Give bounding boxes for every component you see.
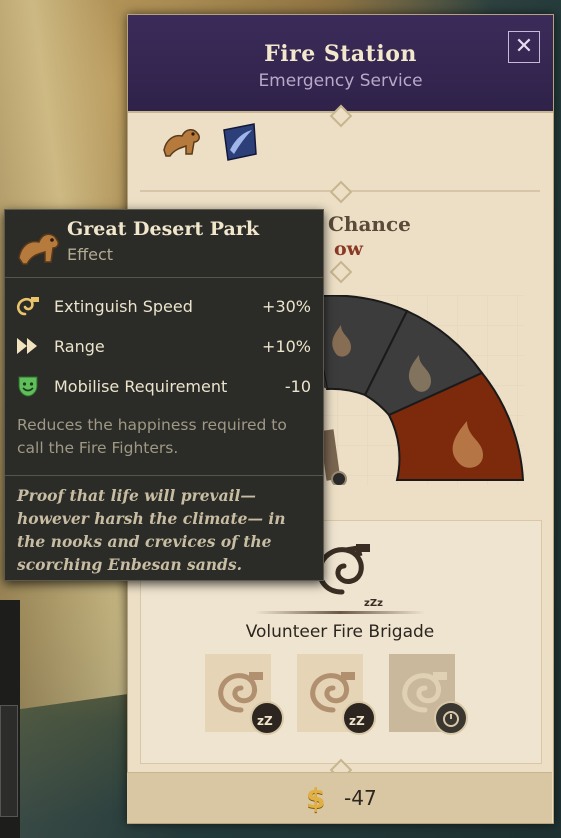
tooltip-divider bbox=[5, 475, 323, 476]
stat-label: Range bbox=[54, 337, 105, 356]
stat-label: Mobilise Requirement bbox=[54, 377, 228, 396]
hose-sleeping-icon: zZz bbox=[317, 544, 383, 609]
close-button[interactable]: ✕ bbox=[508, 31, 540, 63]
shield-icon[interactable] bbox=[218, 120, 262, 164]
coin-icon: $ bbox=[306, 782, 326, 815]
stat-row-extinguish-speed: Extinguish Speed +30% bbox=[5, 294, 323, 318]
happy-mask-icon bbox=[18, 376, 38, 397]
panel-header: Fire Station Emergency Service ✕ bbox=[128, 15, 553, 113]
upkeep-cost: -47 bbox=[344, 786, 377, 810]
stat-row-mobilise-requirement: Mobilise Requirement -10 bbox=[5, 374, 323, 398]
tooltip-flavor-text: Proof that life will prevail— however ha… bbox=[17, 486, 286, 574]
brigade-title: Volunteer Fire Brigade bbox=[245, 622, 435, 642]
panel-footer bbox=[127, 772, 552, 823]
tooltip-title: Great Desert Park bbox=[67, 218, 260, 240]
effects-row bbox=[160, 120, 270, 164]
wheel-pivot bbox=[331, 471, 347, 485]
stat-value: +30% bbox=[262, 297, 311, 316]
svg-text:zZ: zZ bbox=[257, 714, 273, 728]
camel-icon[interactable] bbox=[160, 120, 204, 164]
effect-tooltip: Great Desert Park Effect Extinguish Spee… bbox=[4, 209, 324, 581]
chance-title: Chance bbox=[328, 212, 411, 236]
stat-row-range: Range +10% bbox=[5, 334, 323, 358]
svg-text:zZ: zZ bbox=[349, 714, 365, 728]
map-side-button[interactable] bbox=[0, 705, 18, 817]
zzz-text: zZz bbox=[364, 598, 383, 609]
brigade-slot-1[interactable]: zZ bbox=[205, 654, 284, 735]
brigade-slot-3[interactable] bbox=[389, 654, 468, 735]
brigade-slot-2[interactable]: zZ bbox=[297, 654, 376, 735]
stat-value: -10 bbox=[284, 377, 311, 396]
range-arrows-icon bbox=[17, 338, 37, 354]
chance-value: ow bbox=[334, 238, 364, 260]
hose-icon bbox=[16, 297, 39, 316]
tooltip-description: Reduces the happiness required to call t… bbox=[17, 416, 287, 457]
camel-icon bbox=[18, 233, 59, 265]
stat-value: +10% bbox=[262, 337, 311, 356]
brigade-divider bbox=[255, 611, 425, 614]
stat-label: Extinguish Speed bbox=[54, 297, 193, 316]
tooltip-divider bbox=[5, 277, 323, 278]
panel-title: Fire Station bbox=[264, 41, 417, 67]
panel-subtitle: Emergency Service bbox=[258, 71, 423, 91]
tooltip-subtitle: Effect bbox=[67, 245, 114, 264]
